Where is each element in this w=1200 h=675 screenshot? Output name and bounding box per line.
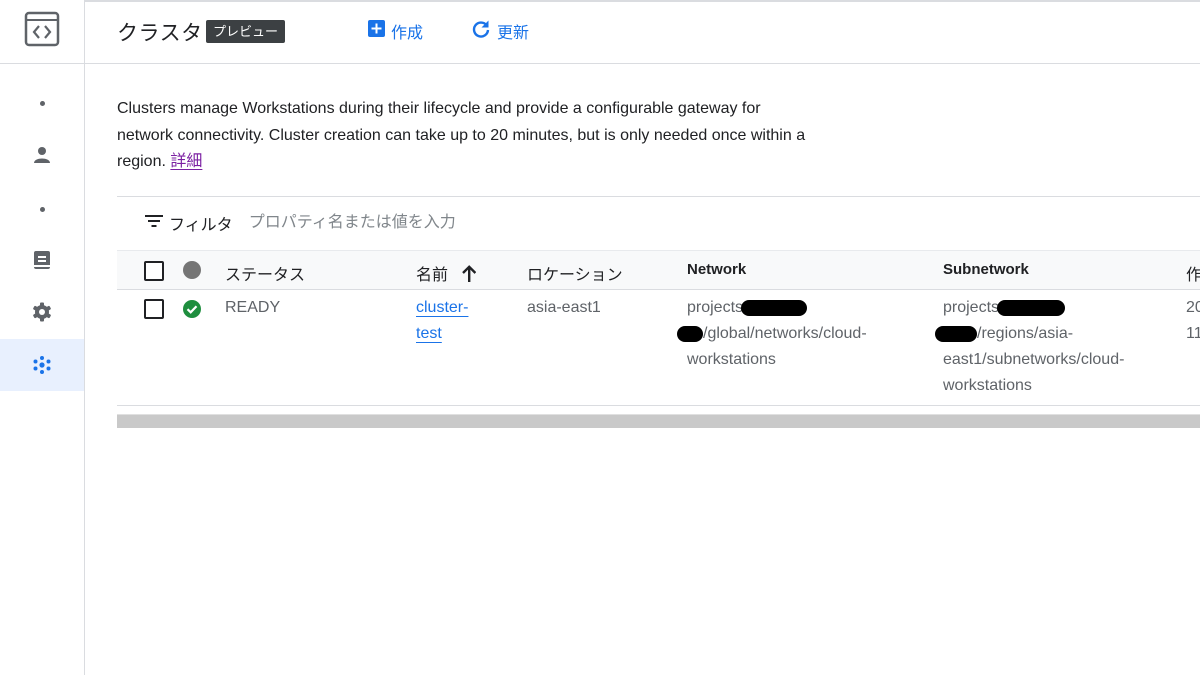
dot-icon [39,206,45,212]
preview-badge: プレビュー [206,20,286,43]
column-header-location[interactable]: ロケーション [527,261,623,285]
rail-item-dot-1[interactable] [0,77,84,129]
learn-more-link[interactable]: 詳細 [170,153,202,170]
page-title: クラスタ [117,22,203,45]
badge-icon [33,250,51,270]
redaction-mark [741,299,808,316]
person-icon [32,145,52,165]
created-line-2: 11 [1186,325,1200,342]
clusters-icon [32,355,52,375]
refresh-icon [471,19,491,44]
column-header-subnetwork[interactable]: Subnetwork [943,261,1029,278]
select-all-checkbox[interactable] [144,261,164,281]
check-circle-icon [182,299,202,324]
gear-icon [32,302,52,322]
sort-ascending-icon [462,265,477,287]
refresh-button[interactable]: 更新 [471,19,529,43]
add-box-icon [368,20,385,42]
cluster-name-link[interactable]: cluster- test [416,295,468,347]
cluster-name-line-1: cluster- [416,299,469,316]
subnetwork-line-1: projects [943,299,1000,316]
subnetwork-line-3: east1/subnetworks/cloud- [943,351,1125,368]
network-cell: projects /global/networks/cloud- worksta… [677,295,927,373]
subnetwork-line-4: workstations [943,377,1032,394]
rail-item-dot-2[interactable] [0,183,84,235]
column-header-name-label: 名前 [416,267,449,284]
create-button[interactable]: 作成 [368,19,423,43]
location-cell: asia-east1 [527,299,601,316]
row-checkbox[interactable] [144,299,164,319]
table-row: READY cluster- test asia-east1 projects … [117,289,1200,406]
table-header: ステータス 名前 ロケーション Network Subnetwork 作 [117,250,1200,290]
rail-logo[interactable] [0,0,84,64]
create-label: 作成 [391,25,424,42]
horizontal-scrollbar[interactable] [117,414,1200,428]
cluster-name-line-2: test [416,325,442,342]
column-header-name[interactable]: 名前 [416,261,477,287]
workstations-code-icon [24,11,60,52]
refresh-label: 更新 [497,25,530,42]
filter-bar: フィルタ [117,208,1200,238]
description-text: Clusters manage Workstations during thei… [117,100,806,170]
page-header: クラスタ プレビュー 作成 更新 [85,0,1200,64]
page-description: Clusters manage Workstations during thei… [117,96,807,176]
column-header-created[interactable]: 作 [1186,261,1200,285]
column-header-status[interactable]: ステータス [225,261,305,285]
rail-item-configs[interactable] [0,234,84,286]
column-header-network[interactable]: Network [687,261,746,278]
dot-icon [39,100,45,106]
created-cell: 20 11 [1186,295,1200,347]
filter-input[interactable] [246,213,651,233]
rail-item-settings[interactable] [0,286,84,338]
status-header-icon [183,261,201,279]
rail-item-user[interactable] [0,129,84,181]
network-line-3: workstations [687,351,776,368]
nav-rail [0,0,85,675]
redaction-mark [677,325,703,342]
status-text: READY [225,299,281,316]
divider [117,196,1200,197]
filter-icon[interactable] [145,214,163,233]
network-line-2: /global/networks/cloud- [703,325,867,342]
network-line-1: projects [687,299,744,316]
filter-label: フィルタ [169,217,233,234]
redaction-mark [997,299,1066,316]
rail-item-clusters[interactable] [0,339,84,391]
subnetwork-line-2: /regions/asia- [977,325,1074,342]
subnetwork-cell: projects /regions/asia- east1/subnetwork… [935,295,1173,399]
created-line-1: 20 [1186,299,1200,316]
redaction-mark [935,325,977,342]
